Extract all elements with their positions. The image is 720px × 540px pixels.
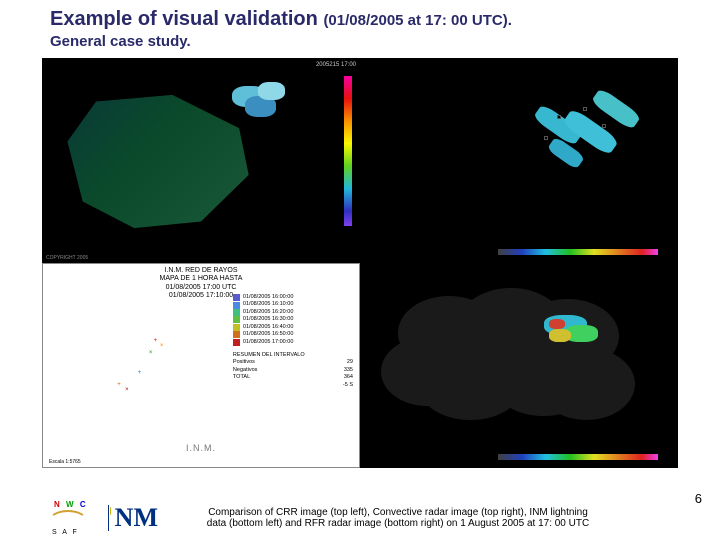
br-colorbar bbox=[498, 454, 658, 460]
legend-swatch bbox=[233, 331, 240, 338]
bl-title-line: 01/08/2005 17:00 UTC bbox=[114, 284, 288, 292]
legend-row: 01/08/2005 17:00:00 bbox=[233, 339, 353, 346]
nwc-saf-text: S A F bbox=[52, 529, 79, 536]
nwc-w: W bbox=[66, 500, 76, 509]
radar-cell-marker bbox=[602, 124, 606, 128]
radar-range-circle bbox=[538, 348, 635, 420]
lightning-strike-icon: + bbox=[138, 370, 142, 376]
legend-summary-row: Negativos 335 bbox=[233, 367, 353, 374]
lightning-strike-icon: × bbox=[125, 387, 129, 393]
summary-value: 335 bbox=[344, 367, 353, 374]
lightning-strike-icon: × bbox=[160, 343, 164, 349]
crr-timestamp: 2005215 17:00 bbox=[316, 62, 356, 68]
panel-lightning-bottom-left: I.N.M. RED DE RAYOS MAPA DE 1 HORA HASTA… bbox=[42, 263, 360, 468]
summary-key: TOTAL bbox=[233, 374, 250, 381]
crr-colorbar bbox=[344, 76, 352, 226]
br-radar-coverage bbox=[376, 279, 646, 443]
tr-colorbar bbox=[498, 249, 658, 255]
nwc-letters: N W C bbox=[54, 500, 88, 509]
radar-range-circle bbox=[381, 337, 473, 406]
bl-title-line: I.N.M. RED DE RAYOS bbox=[114, 267, 288, 275]
radar-cell-marker bbox=[557, 115, 561, 119]
legend-swatch bbox=[233, 316, 240, 323]
legend-label: 01/08/2005 17:00:00 bbox=[243, 339, 293, 346]
bl-legend: 01/08/2005 16:00:0001/08/2005 16:10:0001… bbox=[233, 294, 353, 389]
summary-key: Negativos bbox=[233, 367, 257, 374]
slide-title: Example of visual validation (01/08/2005… bbox=[50, 8, 670, 31]
legend-swatch bbox=[233, 309, 240, 316]
legend-row: 01/08/2005 16:10:00 bbox=[233, 301, 353, 308]
title-date: (01/08/2005 at 17: 00 UTC). bbox=[323, 12, 511, 29]
panel-convective-radar-top-right bbox=[360, 58, 678, 263]
legend-label: 01/08/2005 16:10:00 bbox=[243, 301, 293, 308]
legend-row: 01/08/2005 16:00:00 bbox=[233, 294, 353, 301]
page-number: 6 bbox=[695, 491, 702, 506]
legend-label: 01/08/2005 16:50:00 bbox=[243, 331, 293, 338]
crr-cloud bbox=[258, 82, 285, 100]
legend-label: 01/08/2005 16:00:00 bbox=[243, 294, 293, 301]
legend-summary-row: TOTAL 364 bbox=[233, 374, 353, 381]
summary-value: 29 bbox=[347, 359, 353, 366]
crr-copyright: COPYRIGHT 2005 bbox=[46, 255, 88, 261]
slide-footer: N W C S A F NM Comparison of CRR image (… bbox=[0, 500, 720, 536]
precip-echo bbox=[549, 329, 571, 342]
bl-title-line: MAPA DE 1 HORA HASTA bbox=[114, 275, 288, 283]
bl-agency-label: I.N.M. bbox=[186, 443, 216, 453]
tr-echo-cluster bbox=[519, 83, 662, 196]
legend-swatch bbox=[233, 324, 240, 331]
bl-spain-map: + × × + × + bbox=[62, 317, 220, 435]
nwc-n: N bbox=[54, 500, 62, 509]
legend-label: 01/08/2005 16:30:00 bbox=[243, 316, 293, 323]
legend-summary-row: Positivos 29 bbox=[233, 359, 353, 366]
panel-crr-top-left: 2005215 17:00 COPYRIGHT 2005 bbox=[42, 58, 360, 263]
nwc-c: C bbox=[80, 500, 88, 509]
radar-cell-marker bbox=[544, 136, 548, 140]
precip-echo bbox=[549, 319, 565, 329]
crr-cloud-cluster bbox=[214, 79, 303, 151]
lightning-strike-icon: + bbox=[154, 338, 158, 344]
nwc-saf-logo: N W C S A F bbox=[48, 500, 88, 536]
inm-logo: NM bbox=[108, 500, 158, 536]
inm-logo-text: NM bbox=[115, 506, 158, 529]
summary-key: Positivos bbox=[233, 359, 255, 366]
radar-cell-marker bbox=[583, 107, 587, 111]
panel-rfr-radar-bottom-right bbox=[360, 263, 678, 468]
bl-scale-label: Escala 1:5765 bbox=[49, 459, 81, 465]
lightning-strike-icon: × bbox=[149, 350, 153, 356]
legend-swatch bbox=[233, 339, 240, 346]
legend-row: 01/08/2005 16:40:00 bbox=[233, 324, 353, 331]
legend-row: 01/08/2005 16:50:00 bbox=[233, 331, 353, 338]
image-grid: 2005215 17:00 COPYRIGHT 2005 I.N.M. RED … bbox=[42, 58, 678, 468]
lightning-strike-icon: + bbox=[117, 382, 121, 388]
legend-row: 01/08/2005 16:20:00 bbox=[233, 309, 353, 316]
legend-label: 01/08/2005 16:40:00 bbox=[243, 324, 293, 331]
legend-last-row: -5 S bbox=[233, 382, 353, 389]
legend-row: 01/08/2005 16:30:00 bbox=[233, 316, 353, 323]
legend-label: 01/08/2005 16:20:00 bbox=[243, 309, 293, 316]
slide-header: Example of visual validation (01/08/2005… bbox=[0, 0, 720, 54]
title-main: Example of visual validation bbox=[50, 8, 318, 30]
slide-subtitle: General case study. bbox=[50, 33, 670, 50]
legend-swatch bbox=[233, 294, 240, 301]
figure-caption: Comparison of CRR image (top left), Conv… bbox=[198, 507, 598, 530]
legend-summary-title: RESUMEN DEL INTERVALO bbox=[233, 352, 353, 359]
summary-value: 364 bbox=[344, 374, 353, 381]
legend-swatch bbox=[233, 302, 240, 309]
